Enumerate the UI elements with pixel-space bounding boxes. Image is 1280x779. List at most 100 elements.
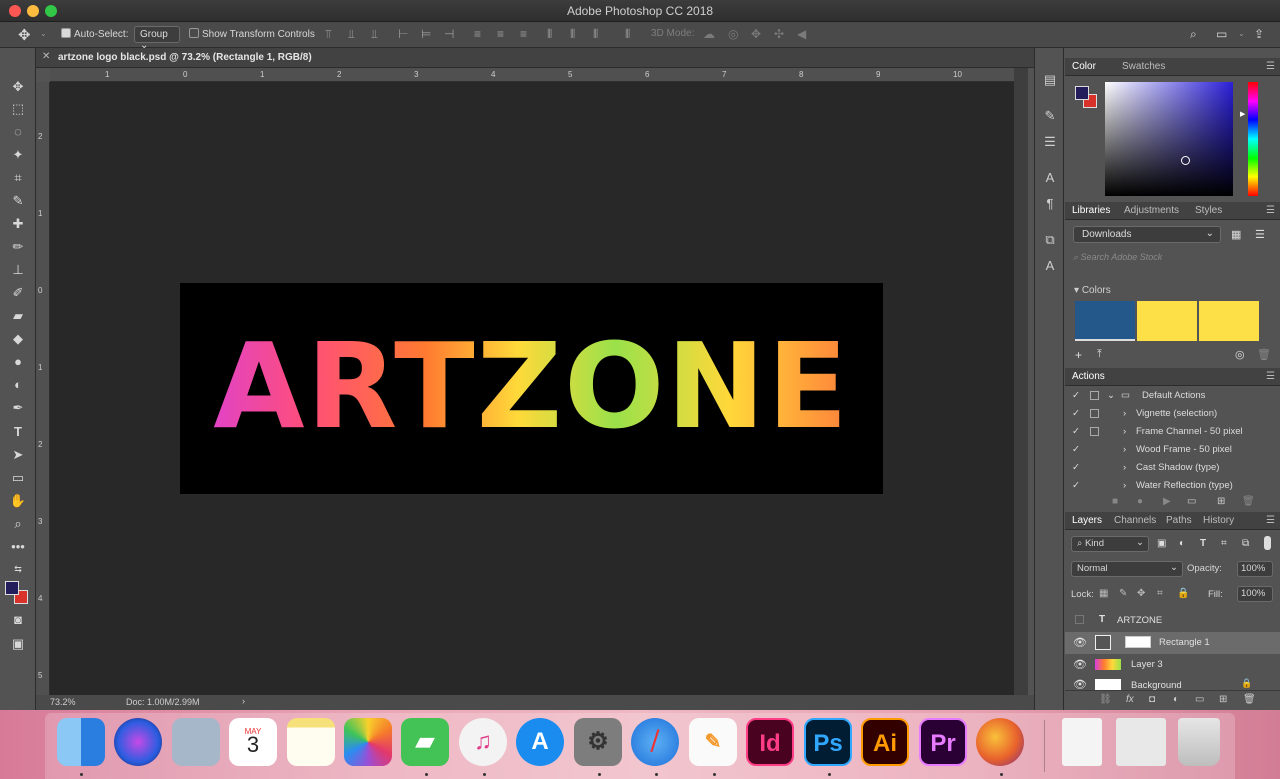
document-canvas[interactable]: ARTZONE bbox=[180, 283, 883, 494]
fx-icon[interactable]: fx bbox=[1126, 694, 1134, 705]
action-row[interactable]: ✓ › Wood Frame - 50 pixel bbox=[1065, 441, 1280, 459]
preview-icon[interactable] bbox=[172, 718, 220, 766]
safari-icon[interactable]: ⧸ bbox=[631, 718, 679, 766]
upload-icon[interactable]: ⤒ bbox=[1097, 348, 1102, 361]
chevron-down-icon[interactable]: ⌄ bbox=[40, 29, 47, 38]
swap-colors-icon[interactable]: ⇆ bbox=[8, 560, 28, 578]
hue-slider[interactable] bbox=[1248, 82, 1258, 196]
action-row[interactable]: ✓ › Frame Channel - 50 pixel bbox=[1065, 423, 1280, 441]
tab-actions[interactable]: Actions bbox=[1072, 371, 1105, 382]
screen-mode-icon[interactable]: ▣ bbox=[8, 635, 28, 653]
color-field[interactable] bbox=[1105, 82, 1233, 196]
dodge-tool-icon[interactable]: ◐ bbox=[8, 376, 28, 394]
3d-slide-icon[interactable]: ✣ bbox=[774, 27, 784, 41]
lock-position-icon[interactable]: ✥ bbox=[1137, 588, 1145, 599]
clone-source-icon[interactable]: ⧉ bbox=[1041, 232, 1059, 248]
history-brush-tool-icon[interactable]: ✐ bbox=[8, 284, 28, 302]
vertical-scrollbar[interactable] bbox=[1014, 68, 1028, 695]
magic-wand-tool-icon[interactable]: ✦ bbox=[8, 146, 28, 164]
facetime-icon[interactable]: ▰ bbox=[401, 718, 449, 766]
add-mask-icon[interactable]: ◘ bbox=[1149, 694, 1155, 705]
dialog-toggle[interactable] bbox=[1090, 409, 1099, 418]
rectangle-tool-icon[interactable]: ▭ bbox=[8, 469, 28, 487]
link-layers-icon[interactable]: ⛓ bbox=[1099, 694, 1112, 705]
zoom-level[interactable]: 73.2% bbox=[50, 697, 76, 707]
trash-icon[interactable]: 🗑 bbox=[1242, 496, 1255, 507]
eye-icon[interactable]: 👁 bbox=[1073, 658, 1087, 671]
firefox-icon[interactable] bbox=[976, 718, 1024, 766]
eyedropper-tool-icon[interactable]: ✎ bbox=[8, 192, 28, 210]
align-bottom-icon[interactable]: ⫫ bbox=[371, 27, 378, 42]
brush-settings-icon[interactable]: ✎ bbox=[1041, 108, 1059, 124]
close-icon[interactable]: ✕ bbox=[42, 51, 50, 62]
notes-icon[interactable] bbox=[287, 718, 335, 766]
filter-type-icon[interactable]: T bbox=[1200, 538, 1206, 549]
library-dropdown[interactable]: Downloads ⌄ bbox=[1073, 226, 1221, 243]
3d-pan-icon[interactable]: ✥ bbox=[751, 27, 761, 41]
filter-pixel-icon[interactable]: ▣ bbox=[1157, 538, 1166, 549]
color-picker-ring[interactable] bbox=[1181, 156, 1190, 165]
action-row[interactable]: ✓ › Water Reflection (type) bbox=[1065, 477, 1280, 495]
trash-icon[interactable]: 🗑 bbox=[1257, 348, 1271, 361]
eye-icon[interactable]: 👁 bbox=[1073, 678, 1087, 690]
check-icon[interactable]: ✓ bbox=[1072, 390, 1080, 401]
system-preferences-icon[interactable]: ⚙ bbox=[574, 718, 622, 766]
blend-mode-dropdown[interactable]: Normal ⌄ bbox=[1071, 561, 1183, 577]
finder-icon[interactable] bbox=[57, 718, 105, 766]
pages-icon[interactable]: ✎ bbox=[689, 718, 737, 766]
canvas-area[interactable]: ARTZONE bbox=[50, 82, 1014, 695]
chevron-right-icon[interactable]: › bbox=[1123, 444, 1126, 455]
quick-mask-icon[interactable]: ◙ bbox=[8, 611, 28, 629]
search-icon[interactable]: ⌕ bbox=[1190, 27, 1197, 42]
check-icon[interactable]: ✓ bbox=[1072, 444, 1080, 455]
more-tools-icon[interactable]: ••• bbox=[8, 538, 28, 556]
photoshop-icon[interactable]: Ps bbox=[804, 718, 852, 766]
filter-smart-object-icon[interactable]: ⧉ bbox=[1242, 538, 1249, 549]
indesign-icon[interactable]: Id bbox=[746, 718, 794, 766]
auto-select-dropdown[interactable]: Group ⌄ bbox=[134, 26, 180, 51]
foreground-color-swatch[interactable] bbox=[5, 581, 19, 595]
3d-camera-icon[interactable]: ◀ bbox=[797, 27, 806, 41]
layer-row[interactable]: T ARTZONE bbox=[1065, 610, 1280, 632]
trash-icon[interactable]: 🗑 bbox=[1243, 694, 1256, 705]
auto-align-icon[interactable]: ⦀ bbox=[625, 27, 630, 42]
pen-tool-icon[interactable]: ✒ bbox=[8, 399, 28, 417]
3d-orbit-icon[interactable]: ☁ bbox=[703, 27, 715, 41]
grid-view-icon[interactable]: ▦ bbox=[1231, 228, 1241, 241]
tab-channels[interactable]: Channels bbox=[1114, 515, 1156, 526]
hue-slider-handle[interactable]: ▶ bbox=[1240, 110, 1245, 118]
new-layer-icon[interactable]: ⊞ bbox=[1219, 694, 1227, 705]
dialog-toggle[interactable] bbox=[1090, 391, 1099, 400]
cc-sync-icon[interactable]: ◎ bbox=[1235, 348, 1245, 361]
chevron-right-icon[interactable]: › bbox=[1123, 426, 1126, 437]
lock-all-icon[interactable]: 🔒 bbox=[1177, 588, 1189, 599]
document-tab[interactable]: ✕ artzone logo black.psd @ 73.2% (Rectan… bbox=[36, 48, 1034, 68]
panel-menu-icon[interactable]: ☰ bbox=[1266, 205, 1275, 216]
opacity-field[interactable]: 100% bbox=[1237, 561, 1273, 577]
workspace-icon[interactable]: ▭ bbox=[1216, 27, 1227, 41]
fill-field[interactable]: 100% bbox=[1237, 586, 1273, 602]
lock-artboard-icon[interactable]: ⌗ bbox=[1157, 588, 1163, 599]
type-tool-icon[interactable]: T bbox=[8, 423, 28, 441]
library-swatch[interactable] bbox=[1137, 301, 1197, 341]
trash-icon[interactable] bbox=[1178, 718, 1220, 766]
distribute-top-icon[interactable]: ≡ bbox=[474, 27, 481, 41]
3d-roll-icon[interactable]: ◎ bbox=[728, 27, 738, 41]
layer-row[interactable]: 👁 Background 🔒 bbox=[1065, 676, 1280, 690]
tab-layers[interactable]: Layers bbox=[1072, 515, 1102, 526]
distribute-bottom-icon[interactable]: ≡ bbox=[520, 27, 527, 41]
show-transform-checkbox[interactable]: Show Transform Controls bbox=[189, 28, 315, 40]
illustrator-icon[interactable]: Ai bbox=[861, 718, 909, 766]
layer-row[interactable]: 👁 Layer 3 bbox=[1065, 654, 1280, 676]
history-panel-icon[interactable]: ▤ bbox=[1041, 72, 1059, 88]
filter-adjustment-icon[interactable]: ◐ bbox=[1179, 538, 1185, 549]
chevron-right-icon[interactable]: › bbox=[1123, 480, 1126, 491]
library-swatch[interactable] bbox=[1199, 301, 1259, 341]
layer-row-selected[interactable]: 👁 Rectangle 1 bbox=[1065, 632, 1280, 654]
add-content-icon[interactable]: + bbox=[1075, 348, 1082, 362]
eye-icon[interactable]: 👁 bbox=[1073, 636, 1087, 649]
siri-icon[interactable] bbox=[114, 718, 162, 766]
new-set-icon[interactable]: ▭ bbox=[1187, 496, 1196, 507]
distribute-left-icon[interactable]: ⦀ bbox=[547, 27, 552, 42]
adjustment-layer-icon[interactable]: ◐ bbox=[1173, 694, 1179, 705]
